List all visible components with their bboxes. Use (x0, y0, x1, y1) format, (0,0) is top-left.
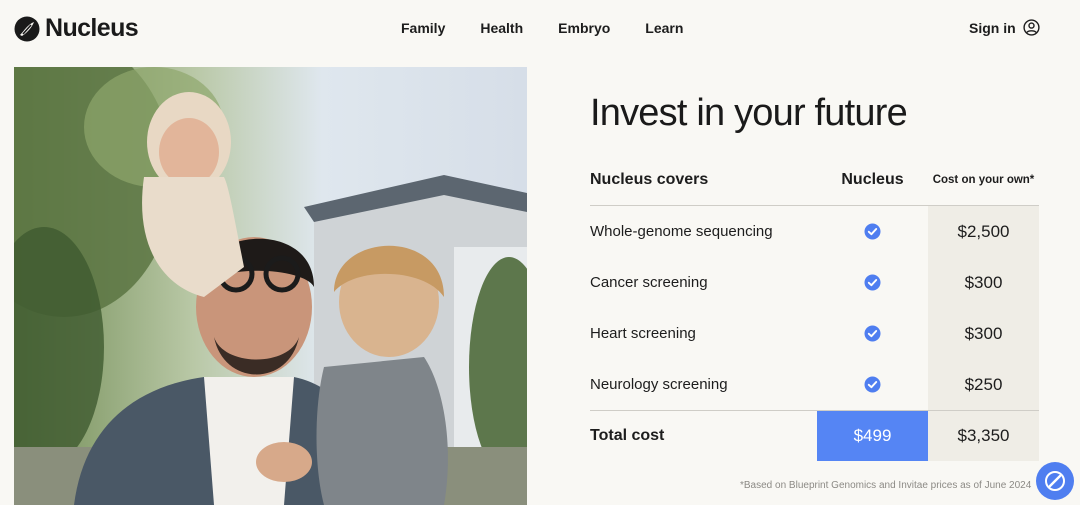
nav-item-family[interactable]: Family (401, 20, 445, 36)
total-row: Total cost $499 $3,350 (590, 410, 1039, 461)
brand-logo[interactable]: Nucleus (14, 14, 139, 43)
brand-name: Nucleus (45, 14, 139, 42)
own-cost-cell: $300 (964, 323, 1003, 343)
check-circle-icon (864, 223, 881, 240)
table-row: Neurology screening $250 (590, 359, 1039, 410)
total-own-cost: $3,350 (928, 411, 1039, 461)
table-header-row: Nucleus covers Nucleus Cost on your own* (590, 155, 1039, 206)
included-cell (817, 206, 928, 257)
check-circle-icon (864, 274, 881, 291)
table-row: Cancer screening $300 (590, 257, 1039, 308)
page-title: Invest in your future (590, 92, 908, 134)
header-nucleus: Nucleus (841, 171, 904, 188)
main-nav: Family Health Embryo Learn (401, 20, 683, 36)
user-circle-icon (1023, 19, 1040, 36)
included-cell (817, 257, 928, 308)
row-label: Heart screening (590, 325, 696, 342)
table-row: Heart screening $300 (590, 308, 1039, 359)
nav-item-embryo[interactable]: Embryo (558, 20, 610, 36)
pricing-table: Nucleus covers Nucleus Cost on your own*… (590, 155, 1039, 461)
row-label: Whole-genome sequencing (590, 223, 773, 240)
sign-in-link[interactable]: Sign in (969, 19, 1040, 36)
own-cost-cell: $300 (964, 272, 1003, 292)
pricing-footnote: *Based on Blueprint Genomics and Invitae… (740, 480, 1032, 491)
family-photo (14, 67, 527, 505)
header-own-cost: Cost on your own* (932, 174, 1035, 186)
own-cost-cell: $250 (964, 374, 1003, 394)
nav-item-health[interactable]: Health (480, 20, 523, 36)
sign-in-label: Sign in (969, 19, 1016, 36)
row-label: Neurology screening (590, 376, 728, 393)
own-cost-cell: $2,500 (957, 221, 1010, 241)
nucleus-logo-icon (14, 16, 40, 41)
nav-item-learn[interactable]: Learn (645, 20, 683, 36)
check-circle-icon (864, 376, 881, 393)
row-label: Cancer screening (590, 274, 708, 291)
check-circle-icon (864, 325, 881, 342)
table-row: Whole-genome sequencing $2,500 (590, 206, 1039, 257)
total-nucleus-price: $499 (817, 411, 928, 461)
total-label: Total cost (590, 427, 665, 444)
header-covers: Nucleus covers (590, 171, 709, 188)
chat-launcher-button[interactable] (1036, 462, 1074, 500)
site-header: Nucleus Family Health Embryo Learn Sign … (0, 0, 1080, 58)
chat-launcher-icon (1045, 471, 1065, 491)
included-cell (817, 359, 928, 410)
included-cell (817, 308, 928, 359)
